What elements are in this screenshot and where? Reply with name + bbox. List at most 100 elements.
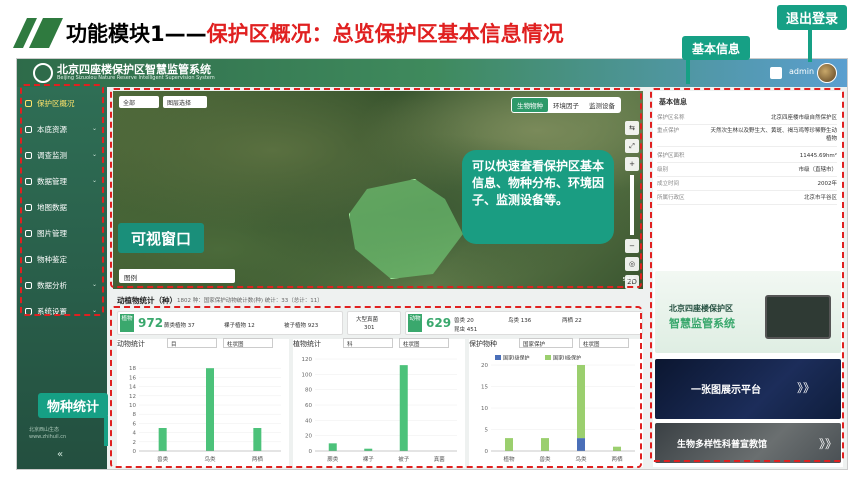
- x-tick-label: 两栖: [252, 455, 264, 463]
- legend-label: 图例: [124, 274, 137, 282]
- collapse-icon[interactable]: «: [57, 449, 63, 460]
- platform-promo-card[interactable]: 一张图展示平台 》》: [655, 359, 841, 419]
- logout-callout: 退出登录: [777, 5, 847, 30]
- sidebar-item-label: 调查监测: [37, 150, 67, 160]
- chart-group-select[interactable]: 科: [343, 338, 393, 348]
- bar: [577, 438, 585, 451]
- y-tick-label: 12: [129, 394, 136, 400]
- basic-info-title: 基本信息: [659, 98, 687, 106]
- footer-line: 北京西山生态: [29, 427, 60, 433]
- feature-description-callout: 可以快速查看保护区基本信息、物种分布、环境因子、监测设备等。: [462, 150, 614, 244]
- tab-environment[interactable]: 环境因子: [548, 98, 584, 112]
- avatar[interactable]: [817, 63, 837, 83]
- info-value: 北京四座楼市级自然保护区: [770, 115, 837, 121]
- data-icon: [25, 177, 32, 185]
- x-tick-label: 兽类: [157, 455, 169, 463]
- x-tick-label: 兽类: [539, 455, 551, 463]
- x-tick-label: 鸟类: [575, 455, 587, 463]
- bar: [206, 368, 214, 451]
- animal-item: 昆虫 451: [454, 327, 478, 333]
- y-tick-label: 0: [485, 449, 489, 455]
- sidebar-item-resources[interactable]: 本底资源 ⌄: [25, 119, 103, 139]
- double-arrow-icon: 》》: [797, 381, 816, 395]
- y-tick-label: 80: [305, 388, 312, 394]
- protect-bar-chart: 0 5 10 15 20 植物 兽类 鸟类 两栖 国家I级保护 国家II级保护: [481, 355, 635, 463]
- callout-pointer: [104, 416, 108, 446]
- locate-icon[interactable]: ◎: [625, 257, 639, 271]
- animal-chart-panel: 动物统计 目 柱状图 0 2 4 6 8 10 12 14 16 18 兽类 鸟类 两栖: [117, 338, 289, 467]
- sidebar-item-images[interactable]: 图片管理: [25, 223, 103, 243]
- info-key: 保护区名称: [657, 115, 685, 121]
- info-value: 11445.69hm²: [799, 153, 837, 159]
- map-scale: 50米: [622, 277, 636, 283]
- chart-group-select[interactable]: 目: [167, 338, 217, 348]
- info-value: 北京市平谷区: [803, 195, 837, 201]
- y-tick-label: 60: [305, 403, 312, 409]
- callout-pointer: [808, 30, 812, 62]
- chevron-down-icon: ⌄: [91, 307, 97, 314]
- sidebar-item-settings[interactable]: 系统设置 ⌄: [25, 301, 103, 321]
- chart-type-select[interactable]: 柱状图: [579, 338, 629, 348]
- chevron-down-icon: ⌄: [91, 177, 97, 184]
- survey-icon: [25, 151, 32, 159]
- resources-icon: [25, 125, 32, 133]
- sidebar-item-map[interactable]: 地图数据: [25, 197, 103, 217]
- y-tick-label: 8: [133, 412, 137, 418]
- map-tabs: 生物物种 环境因子 监测设备: [511, 97, 621, 113]
- app-window: 北京四座楼保护区智慧监管系统 Beijing Sizuolou Nature R…: [16, 58, 848, 470]
- sidebar-item-analysis[interactable]: 数据分析 ⌄: [25, 275, 103, 295]
- info-key: 所属行政区: [657, 195, 685, 201]
- logout-icon[interactable]: [770, 67, 782, 79]
- system-promo-card[interactable]: 北京四座楼保护区 智慧监管系统: [655, 271, 841, 353]
- identify-icon: [25, 255, 32, 263]
- y-tick-label: 16: [129, 375, 136, 381]
- fungi-label: 大型真菌: [356, 317, 379, 323]
- layer-select[interactable]: 图层选择: [163, 96, 207, 108]
- chart-type-select[interactable]: 柱状图: [399, 338, 449, 348]
- chart-label: 保护物种: [469, 340, 497, 348]
- sidebar-item-label: 地图数据: [37, 202, 67, 212]
- zoom-out-icon[interactable]: −: [625, 239, 639, 253]
- legend-button[interactable]: 图例: [119, 269, 235, 283]
- zoom-in-icon[interactable]: +: [625, 157, 639, 171]
- sidebar-item-data[interactable]: 数据管理 ⌄: [25, 171, 103, 191]
- app-subtitle: Beijing Sizuolou Nature Reserve Intellig…: [57, 75, 215, 81]
- fullscreen-icon[interactable]: ⤢: [625, 139, 639, 153]
- info-key: 重点保护: [657, 128, 680, 134]
- bar: [541, 438, 549, 451]
- y-tick-label: 120: [302, 357, 313, 363]
- y-tick-label: 0: [133, 449, 137, 455]
- bar: [328, 443, 337, 451]
- user-name[interactable]: admin: [789, 67, 814, 76]
- visual-window-callout: 可视窗口: [118, 223, 204, 253]
- reserve-boundary[interactable]: [349, 179, 463, 279]
- plant-total: 972: [138, 316, 164, 330]
- swap-icon[interactable]: ⇆: [625, 121, 639, 135]
- info-value: 天然次生林以及野生大、黄斑、褐马鸡等珍稀野生动植物: [710, 128, 837, 142]
- info-key: 级别: [657, 167, 669, 173]
- y-tick-label: 6: [133, 421, 137, 427]
- plant-item: 裸子植物 12: [224, 323, 255, 329]
- x-tick-label: 鸟类: [204, 455, 216, 463]
- plant-bar-chart: 0 20 40 60 80 100 120 蕨类 裸子 被子 真菌: [302, 357, 457, 463]
- image-icon: [25, 229, 32, 237]
- promo-subtitle: 智慧监管系统: [669, 317, 735, 330]
- animal-total: 629: [426, 316, 452, 330]
- slide-title-prefix: 功能模块1——: [66, 22, 207, 46]
- info-row: 所属行政区 北京市平谷区: [657, 193, 837, 205]
- chart-type-select[interactable]: 柱状图: [223, 338, 273, 348]
- zoom-slider[interactable]: [630, 175, 634, 235]
- museum-promo-card[interactable]: 生物多样性科普宣教馆 》》: [655, 423, 841, 463]
- y-tick-label: 18: [129, 366, 136, 372]
- region-select[interactable]: 全部: [119, 96, 159, 108]
- bar: [399, 365, 408, 451]
- sidebar-item-survey[interactable]: 调查监测 ⌄: [25, 145, 103, 165]
- chart-group-select[interactable]: 国家保护: [519, 338, 573, 348]
- tab-species[interactable]: 生物物种: [512, 98, 548, 112]
- animal-item: 兽类 20: [454, 318, 474, 324]
- sidebar-item-identify[interactable]: 物种鉴定: [25, 249, 103, 269]
- tab-devices[interactable]: 监测设备: [584, 98, 620, 112]
- sidebar-item-overview[interactable]: 保护区概况: [25, 93, 103, 113]
- animal-item: 鸟类 136: [508, 318, 532, 324]
- sidebar-item-label: 保护区概况: [37, 98, 75, 108]
